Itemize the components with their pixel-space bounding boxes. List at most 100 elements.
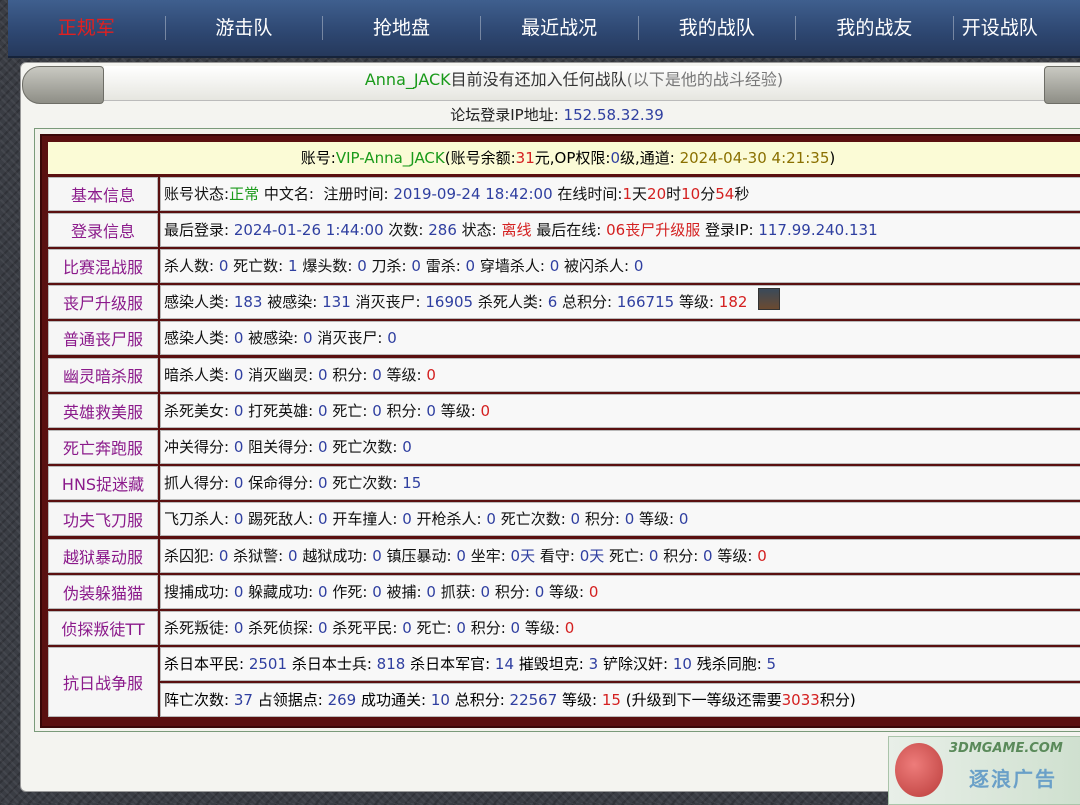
row-values: 抓人得分: 0 保命得分: 0 死亡次数: 15 xyxy=(160,466,1080,501)
rank-avatar-icon xyxy=(758,288,781,311)
stat-label: 成功通关: xyxy=(360,691,427,709)
stat-value: 0 xyxy=(570,510,581,529)
stat-value: 0 xyxy=(387,329,397,348)
stat-value: 14 xyxy=(494,655,515,673)
stat-label: 等级: xyxy=(440,401,476,420)
row-label: 幽灵暗杀服 xyxy=(48,357,158,392)
nav-item-6[interactable]: 开设战队 xyxy=(954,16,1080,40)
stat-label: 保命得分: xyxy=(248,474,314,493)
row-label: 侦探叛徒TT xyxy=(48,611,158,645)
row-values: 暗杀人类: 0 消灭幽灵: 0 积分: 0 等级: 0 xyxy=(160,357,1080,392)
player-name[interactable]: Anna_JACK xyxy=(365,70,451,89)
forum-ip-line: 论坛登录IP地址: 152.58.32.39 xyxy=(34,104,1080,126)
stat-label: 死亡: xyxy=(609,546,645,565)
stat-label: 杀死侦探: xyxy=(248,619,314,637)
stat-value: 0 xyxy=(233,438,244,456)
row-server-7: 功夫飞刀服 飞刀杀人: 0 踢死敌人: 0 开车撞人: 0 开枪杀人: 0 死亡次… xyxy=(48,502,1080,537)
stat-value: 22567 xyxy=(509,691,558,709)
row-values: 冲关得分: 0 阻关得分: 0 死亡次数: 0 xyxy=(160,430,1080,464)
stat-value: 0 xyxy=(233,474,244,493)
row-login-info: 登录信息 最后登录: 2024-01-26 1:44:00 次数: 286 状态… xyxy=(48,213,1080,247)
stat-label: 开枪杀人: xyxy=(416,510,482,529)
stat-label: 积分: xyxy=(332,365,368,384)
stat-value: 0 xyxy=(303,329,313,348)
row-label: 功夫飞刀服 xyxy=(48,502,158,537)
stat-value: 0 xyxy=(549,257,560,275)
stat-label: 作死: xyxy=(332,582,368,601)
stat-label: 等级: xyxy=(717,546,753,565)
row-values: 杀死美女: 0 打死英雄: 0 死亡: 0 积分: 0 等级: 0 xyxy=(160,393,1080,428)
stat-label: 开车撞人: xyxy=(332,510,398,529)
stat-label: 死亡次数: xyxy=(332,474,398,493)
stat-value: 0 xyxy=(288,546,298,565)
row-values: 感染人类: 183 被感染: 131 消灭丧尸: 16905 杀死人类: 6 总… xyxy=(160,285,1080,320)
stat-value: 166715 xyxy=(616,293,675,312)
stat-value: 0 xyxy=(510,619,521,637)
row-server-3: 幽灵暗杀服 暗杀人类: 0 消灭幽灵: 0 积分: 0 等级: 0 xyxy=(48,357,1080,392)
next-level-points: 3033 xyxy=(781,691,820,709)
row-values: 杀人数: 0 死亡数: 1 爆头数: 0 刀杀: 0 雷杀: 0 穿墙杀人: 0… xyxy=(160,249,1080,283)
stat-value: 0 xyxy=(372,546,382,565)
row-label: 比赛混战服 xyxy=(48,249,158,283)
nav-item-2[interactable]: 抢地盘 xyxy=(323,16,481,40)
row-label: 丧尸升级服 xyxy=(48,285,158,320)
stat-label: 冲关得分: xyxy=(164,438,230,456)
nav-item-1[interactable]: 游击队 xyxy=(166,16,324,40)
nav-item-3[interactable]: 最近战况 xyxy=(481,16,639,40)
stat-value: 0 xyxy=(678,510,689,529)
stat-label: 爆头数: xyxy=(302,257,353,275)
watermark-logo: 3DMGAME.COM 逐浪广告 xyxy=(888,736,1080,805)
stat-label: 消灭幽灵: xyxy=(248,365,314,384)
stat-label: 积分: xyxy=(663,546,699,565)
stat-value: 16905 xyxy=(425,293,474,312)
stat-value: 0 xyxy=(402,510,412,529)
stat-label: 等级: xyxy=(524,619,560,637)
stat-label: 踢死敌人: xyxy=(248,510,314,529)
stat-label: 占领据点: xyxy=(257,691,323,709)
stat-value: 3 xyxy=(588,655,599,673)
stat-label: 总积分: xyxy=(454,691,505,709)
scroll-decoration-left xyxy=(22,66,104,104)
stat-value: 0 xyxy=(465,257,476,275)
stat-label: 残杀同胞: xyxy=(696,655,762,673)
stat-label: 积分: xyxy=(470,619,506,637)
stat-value: 0 xyxy=(218,257,229,275)
nav-item-5[interactable]: 我的战友 xyxy=(796,16,954,40)
row-values: 最后登录: 2024-01-26 1:44:00 次数: 286 状态: 离线 … xyxy=(160,213,1080,247)
stat-label: 等级: xyxy=(562,691,598,709)
stat-label: 抓人得分: xyxy=(164,474,230,493)
stat-value: 0 xyxy=(318,474,328,493)
row-server-1: 丧尸升级服 感染人类: 183 被感染: 131 消灭丧尸: 16905 杀死人类… xyxy=(48,285,1080,320)
stat-value: 0天 xyxy=(510,546,536,565)
stat-value: 1 xyxy=(288,257,298,275)
top-nav: 正规军 游击队 抢地盘 最近战况 我的战队 我的战友 开设战队 xyxy=(8,0,1080,58)
row-server-6: HNS捉迷藏 抓人得分: 0 保命得分: 0 死亡次数: 15 xyxy=(48,466,1080,501)
stat-label: 刀杀: xyxy=(371,257,407,275)
stat-label: 抓获: xyxy=(440,582,476,601)
stat-value: 0 xyxy=(218,546,229,565)
stat-label: 死亡: xyxy=(332,401,368,420)
stat-value: 0 xyxy=(411,257,421,275)
nav-item-4[interactable]: 我的战队 xyxy=(639,16,797,40)
stat-label: 死亡: xyxy=(416,619,452,637)
stat-label: 杀人数: xyxy=(164,257,215,275)
stat-value: 0 xyxy=(318,510,328,529)
stat-value: 269 xyxy=(327,691,357,709)
nav-item-0[interactable]: 正规军 xyxy=(8,16,166,40)
row-values: 飞刀杀人: 0 踢死敌人: 0 开车撞人: 0 开枪杀人: 0 死亡次数: 0 … xyxy=(160,502,1080,537)
stat-value: 818 xyxy=(376,655,406,673)
stat-label: 感染人类: xyxy=(164,329,230,348)
logo-icon xyxy=(895,743,943,797)
stat-value: 0 xyxy=(456,619,466,637)
team-status-note: (以下是他的战斗经验) xyxy=(626,70,784,89)
stat-label: 被感染: xyxy=(248,329,299,348)
stat-value: 0 xyxy=(372,401,382,420)
stat-label: 越狱成功: xyxy=(302,546,368,565)
stat-value: 0 xyxy=(426,582,436,601)
stat-label: 消灭丧尸: xyxy=(355,293,421,312)
stat-value: 10 xyxy=(430,691,450,709)
stat-value: 2501 xyxy=(248,655,288,673)
stat-value: 0 xyxy=(486,510,496,529)
stat-value: 0 xyxy=(588,582,599,601)
row-label: 普通丧尸服 xyxy=(48,321,158,356)
